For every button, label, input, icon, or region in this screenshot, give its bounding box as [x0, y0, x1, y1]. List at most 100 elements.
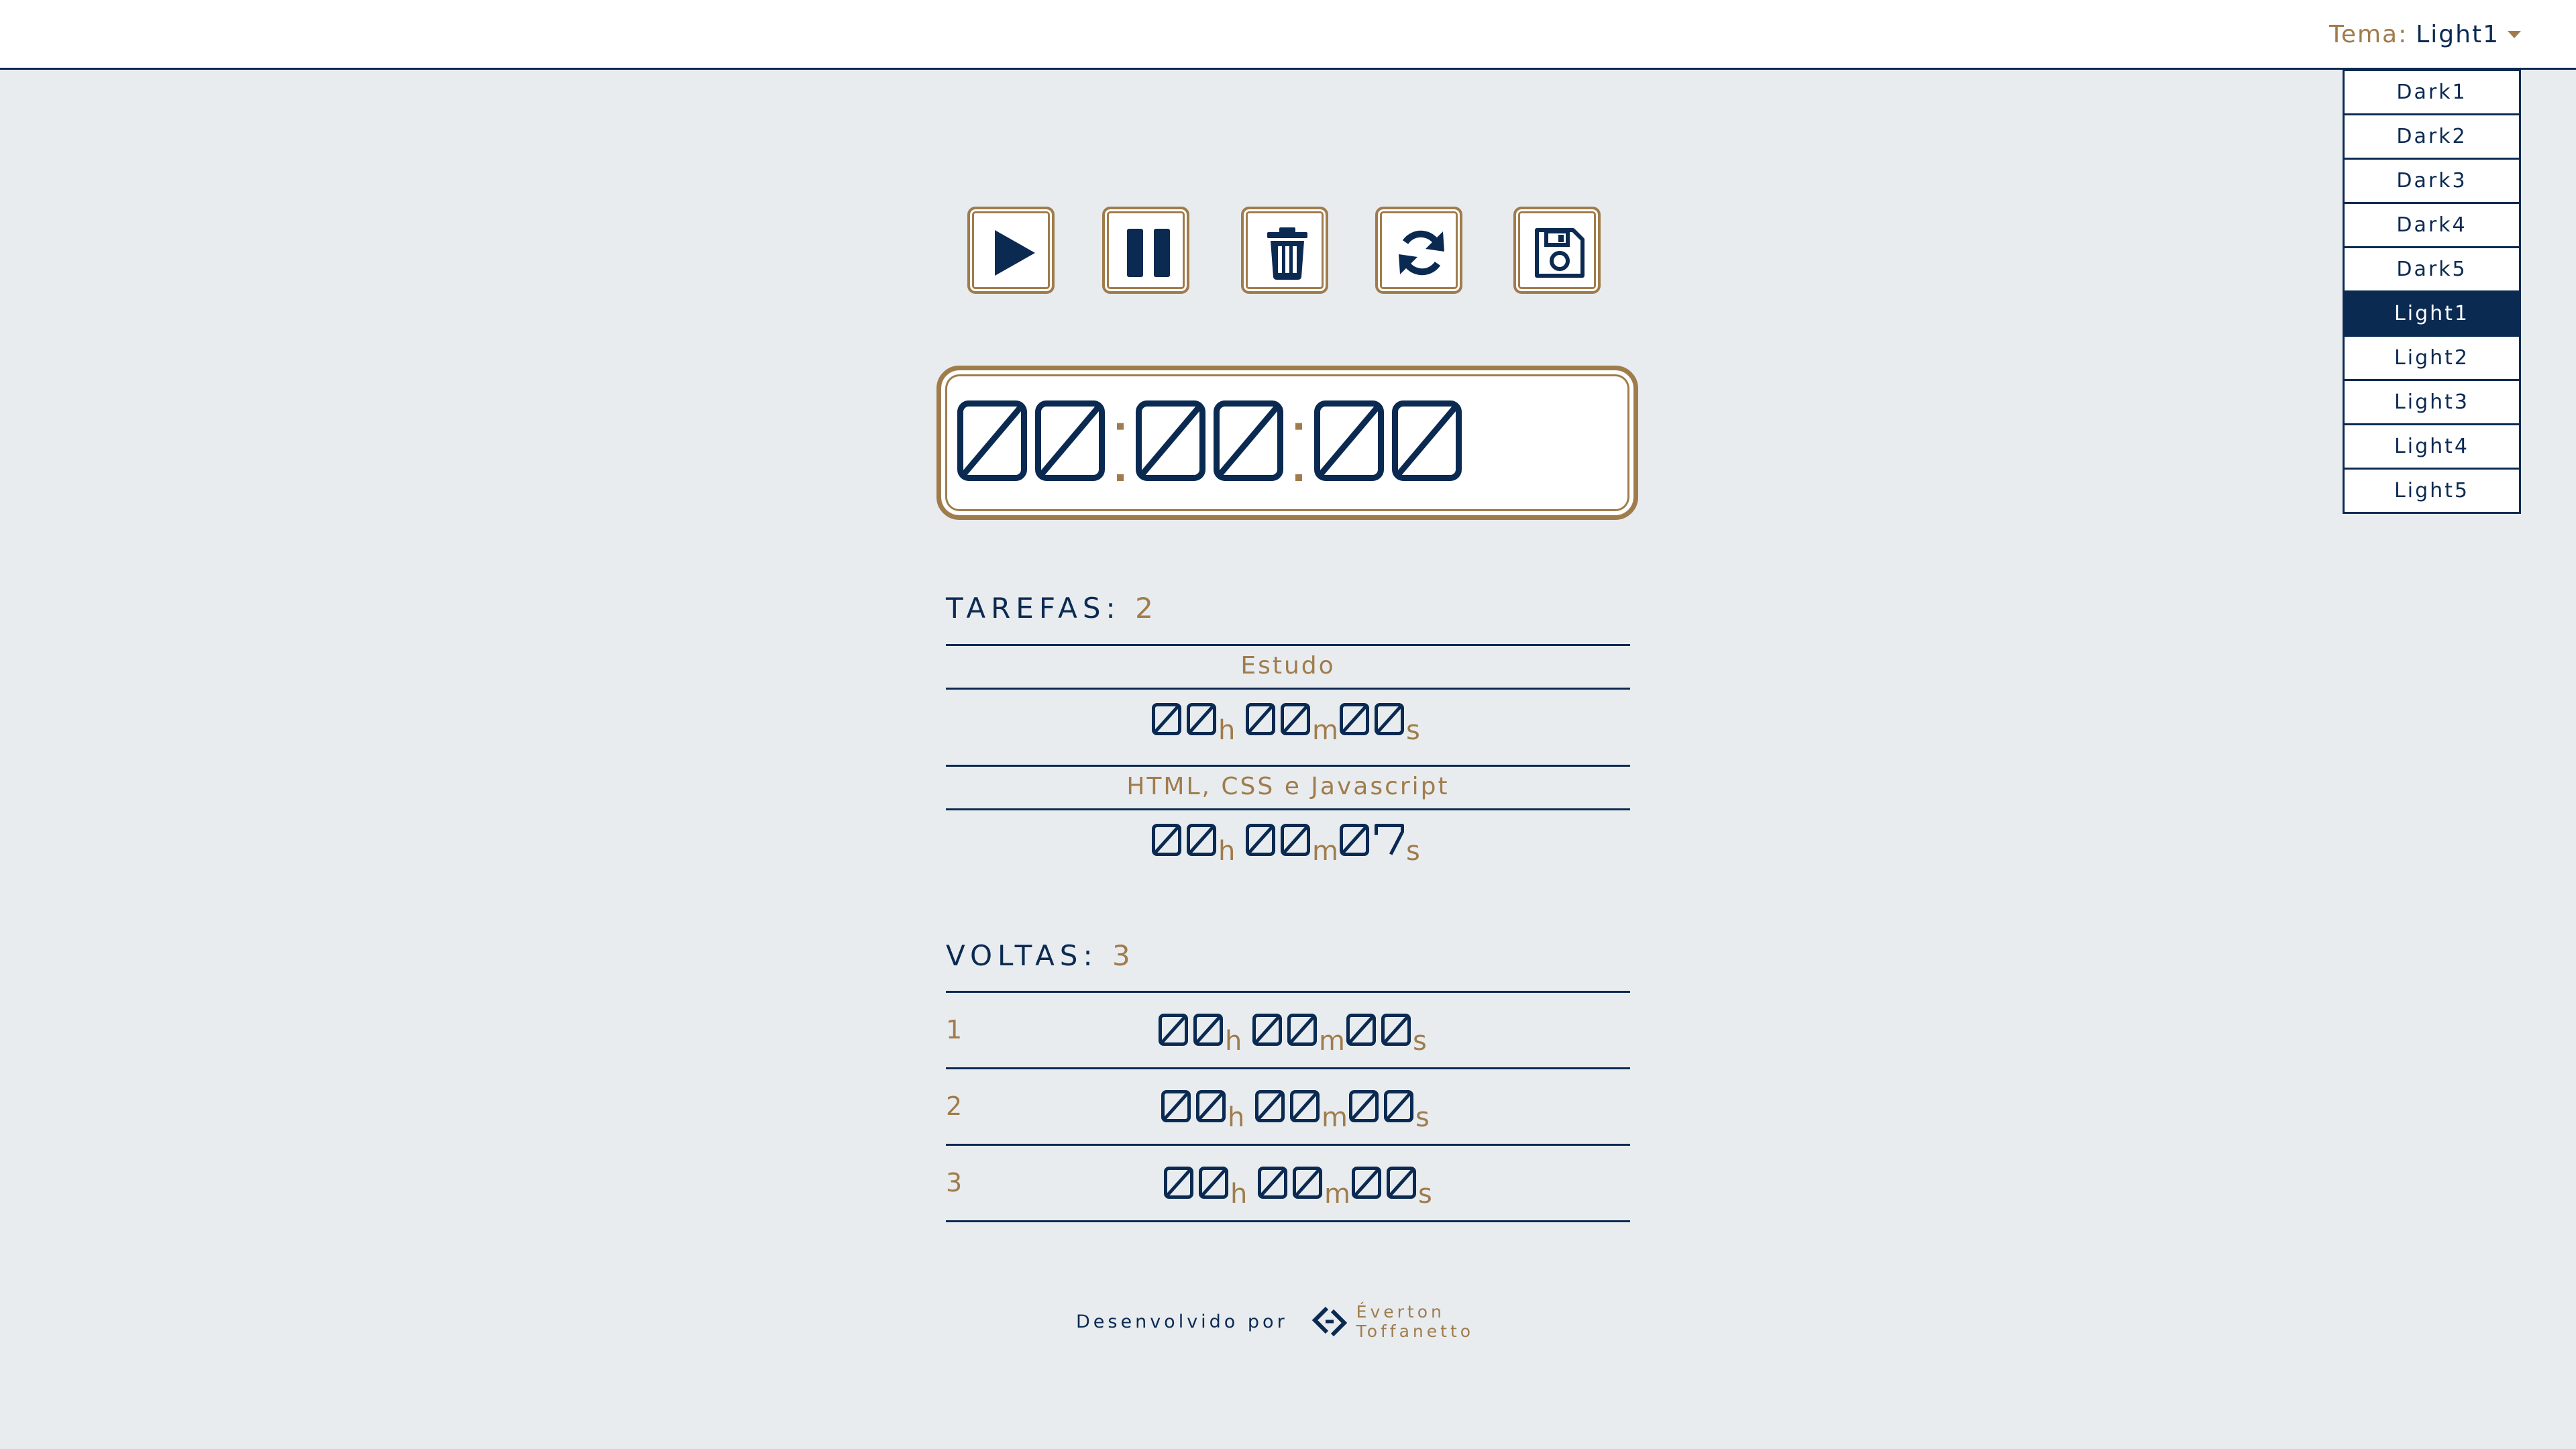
theme-option-light4[interactable]: Light4 [2345, 425, 2519, 470]
theme-option-light3[interactable]: Light3 [2345, 381, 2519, 425]
lap-2-m-digit-1 [1255, 1090, 1285, 1122]
delete-button[interactable] [1241, 207, 1328, 294]
lap-3-time: hms [1164, 1167, 1432, 1208]
lap-1-m-digit-1 [1252, 1014, 1282, 1046]
theme-option-dark1[interactable]: Dark1 [2345, 71, 2519, 115]
clock-colon-dot [1295, 474, 1302, 481]
clock-minutes-digit-1 [1136, 400, 1205, 481]
lap-3-unit-s: s [1418, 1179, 1432, 1208]
caret-down-icon [2508, 30, 2521, 38]
task-1-time: hms [1152, 703, 1420, 745]
theme-label: Tema: [2328, 20, 2408, 48]
footer: Desenvolvido por Éverton Toffanetto [1076, 1301, 1474, 1342]
task-2-s-digit-1 [1340, 824, 1369, 856]
laps-count: 3 [1112, 939, 1136, 972]
task-2-time: hms [1152, 824, 1420, 865]
lap-2-s-digit-2 [1384, 1090, 1413, 1122]
save-icon [1535, 228, 1585, 278]
laps-title-label: VOLTAS: [946, 939, 1098, 972]
lap-3-s-digit-1 [1352, 1167, 1381, 1199]
lap-3-unit-h: h [1230, 1179, 1247, 1208]
lap-3-unit-m: m [1324, 1179, 1350, 1208]
tasks-title-label: TAREFAS: [946, 592, 1121, 625]
theme-dropdown-menu: Dark1 Dark2 Dark3 Dark4 Dark5 Light1 Light2 Lig… [2343, 69, 2521, 514]
task-1-m-digit-1 [1246, 703, 1275, 735]
theme-selector[interactable]: Tema: Light1 [2329, 17, 2521, 51]
tasks-title: TAREFAS: 2 [946, 592, 1159, 625]
task-1-h-digit-2 [1187, 703, 1216, 735]
lap-divider [946, 1067, 1630, 1069]
lap-1-h-digit-1 [1159, 1014, 1188, 1046]
reset-button[interactable] [1375, 207, 1462, 294]
task-2-unit-s: s [1406, 836, 1420, 865]
task-1-s-digit-2 [1375, 703, 1404, 735]
main-stopwatch-display: 00 00 00 [936, 366, 1638, 520]
task-name: HTML, CSS e Javascript [1126, 773, 1450, 800]
theme-option-light1[interactable]: Light1 [2345, 292, 2519, 337]
lap-2-m-digit-2 [1290, 1090, 1320, 1122]
clock-hours-digit-1 [957, 400, 1027, 481]
save-button[interactable] [1513, 207, 1601, 294]
lap-number: 2 [946, 1091, 963, 1121]
tasks-count: 2 [1135, 592, 1159, 625]
laps-title: VOLTAS: 3 [946, 939, 1136, 972]
lap-2-h-digit-2 [1196, 1090, 1226, 1122]
task-1-m-digit-2 [1281, 703, 1310, 735]
lap-divider [946, 1144, 1630, 1146]
lap-2-unit-m: m [1322, 1102, 1348, 1132]
task-2-h-digit-2 [1187, 824, 1216, 856]
task-2-unit-h: h [1218, 836, 1235, 865]
lap-2-time: hms [1161, 1090, 1430, 1132]
play-icon [995, 230, 1035, 276]
lap-3-h-digit-2 [1199, 1167, 1228, 1199]
task-2-m-digit-2 [1281, 824, 1310, 856]
theme-value: Light1 [2416, 20, 2500, 48]
clock-seconds-digit-2 [1392, 400, 1462, 481]
task-1-unit-s: s [1406, 715, 1420, 745]
task-name: Estudo [1240, 652, 1336, 680]
lap-divider [946, 991, 1630, 993]
lap-2-s-digit-1 [1349, 1090, 1379, 1122]
clock-hours-digit-2 [1035, 400, 1105, 481]
lap-3-s-digit-2 [1387, 1167, 1416, 1199]
task-divider [946, 644, 1630, 646]
theme-option-dark2[interactable]: Dark2 [2345, 115, 2519, 160]
lap-3-h-digit-1 [1164, 1167, 1193, 1199]
theme-option-dark5[interactable]: Dark5 [2345, 248, 2519, 292]
lap-1-time: hms [1159, 1014, 1427, 1055]
task-2-unit-m: m [1312, 836, 1338, 865]
lap-3-m-digit-2 [1293, 1167, 1322, 1199]
lap-number: 3 [946, 1168, 963, 1197]
lap-1-s-digit-2 [1381, 1014, 1411, 1046]
theme-option-dark4[interactable]: Dark4 [2345, 204, 2519, 248]
theme-option-dark3[interactable]: Dark3 [2345, 160, 2519, 204]
play-button[interactable] [967, 207, 1055, 294]
lap-2-h-digit-1 [1161, 1090, 1191, 1122]
lap-number: 1 [946, 1015, 963, 1044]
lap-1-h-digit-2 [1193, 1014, 1223, 1046]
trash-icon [1267, 227, 1307, 280]
lap-1-s-digit-1 [1346, 1014, 1376, 1046]
sync-icon [1399, 230, 1444, 276]
author-name: Éverton Toffanetto [1356, 1302, 1474, 1341]
theme-option-light2[interactable]: Light2 [2345, 337, 2519, 381]
theme-option-light5[interactable]: Light5 [2345, 470, 2519, 512]
task-divider [946, 765, 1630, 767]
author-logo-icon [1311, 1306, 1347, 1337]
task-2-s-digit-2 [1375, 824, 1404, 855]
clock-minutes-digit-2 [1214, 400, 1283, 481]
clock-digits: 00 00 00 [957, 400, 1462, 481]
task-1-unit-m: m [1312, 715, 1338, 745]
lap-2-unit-h: h [1228, 1102, 1244, 1132]
pause-icon [1127, 229, 1170, 277]
task-2-h-digit-1 [1152, 824, 1181, 856]
author-first-name: Éverton [1356, 1302, 1445, 1322]
pause-button[interactable] [1102, 207, 1189, 294]
task-1-s-digit-1 [1340, 703, 1369, 735]
clock-colon-dot [1117, 423, 1124, 430]
lap-1-unit-s: s [1413, 1026, 1427, 1055]
author-last-name: Toffanetto [1356, 1322, 1474, 1341]
lap-1-m-digit-2 [1287, 1014, 1317, 1046]
lap-divider [946, 1220, 1630, 1222]
developed-by-text: Desenvolvido por [1076, 1311, 1288, 1332]
